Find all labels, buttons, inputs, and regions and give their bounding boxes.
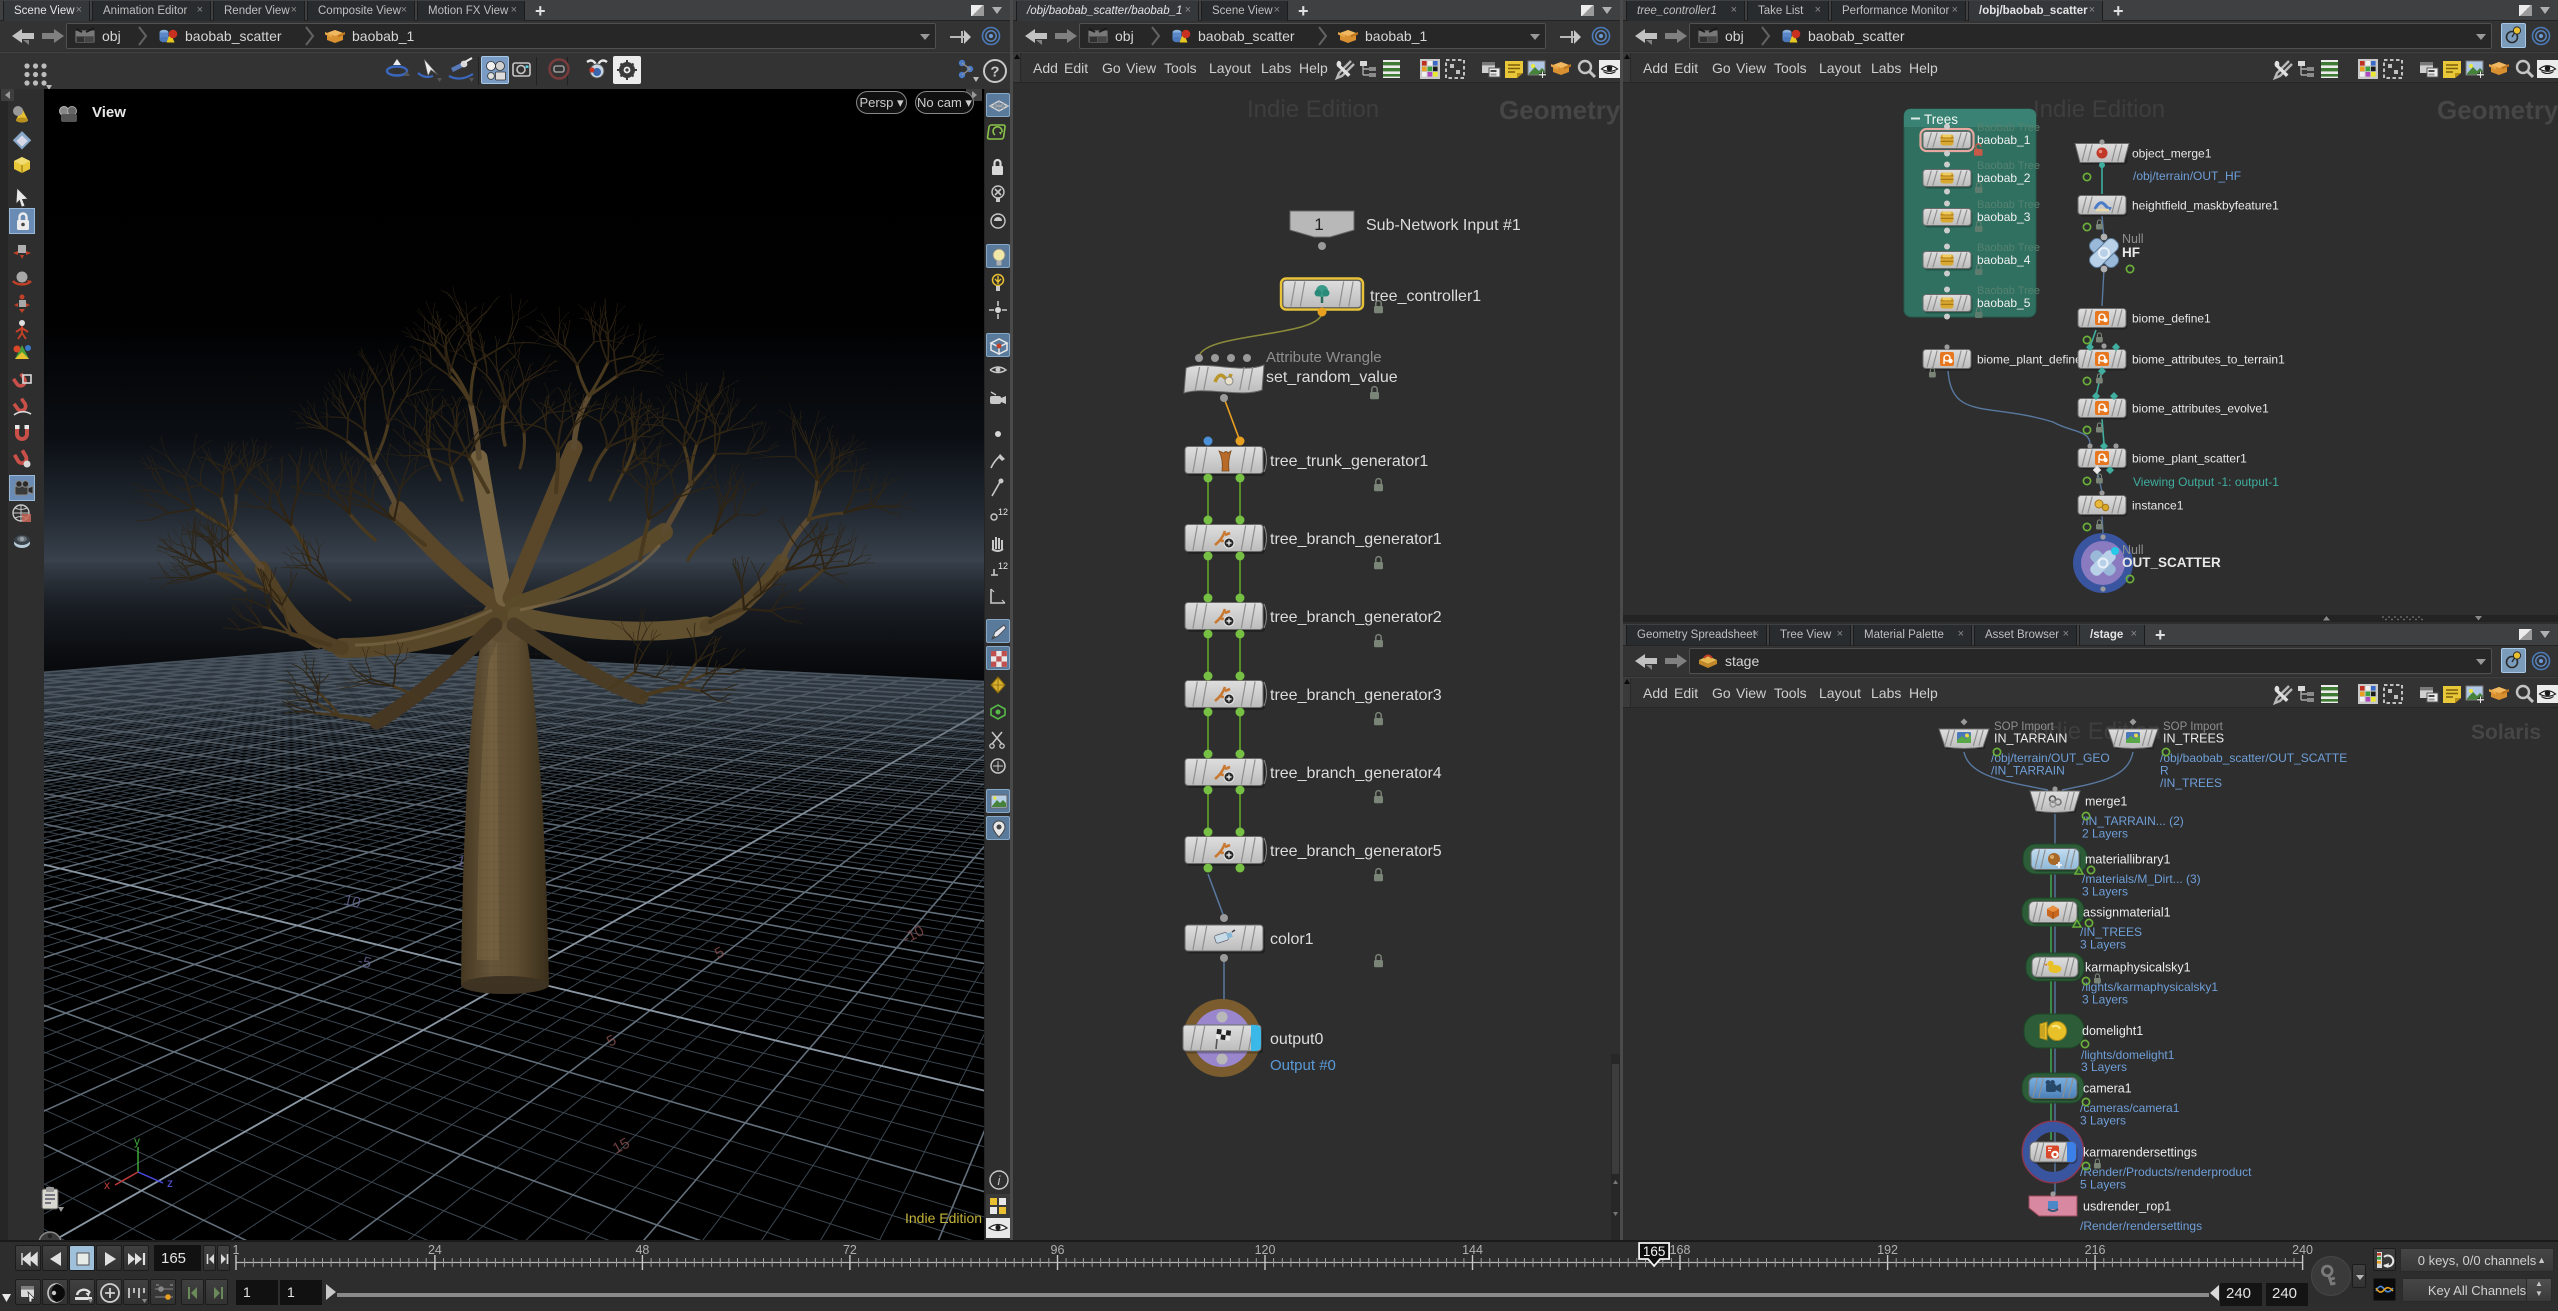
svg-text:biome_attributes_evolve1: biome_attributes_evolve1 <box>2132 402 2269 416</box>
svg-text:tree_branch_generator4: tree_branch_generator4 <box>1270 765 1442 782</box>
svg-text:domelight1: domelight1 <box>2082 1024 2143 1038</box>
svg-text:10: 10 <box>342 891 362 912</box>
svg-text:karmaphysicalsky1: karmaphysicalsky1 <box>2085 961 2191 975</box>
svg-text:y: y <box>134 1135 140 1148</box>
svg-text:/obj/baobab_scatter/OUT_SCATTE: /obj/baobab_scatter/OUT_SCATTE <box>2160 751 2347 765</box>
svg-text:usdrender_rop1: usdrender_rop1 <box>2083 1200 2171 1214</box>
svg-text:12: 12 <box>998 507 1008 517</box>
svg-text:165: 165 <box>1643 1244 1666 1259</box>
svg-text:IN_TREES: IN_TREES <box>2163 732 2224 746</box>
svg-text:merge1: merge1 <box>2085 795 2127 809</box>
svg-text:tree_trunk_generator1: tree_trunk_generator1 <box>1270 453 1428 470</box>
svg-text:216: 216 <box>2085 1243 2106 1257</box>
svg-text:biome_plant_define1: biome_plant_define1 <box>1977 353 2089 367</box>
svg-text:3 Layers: 3 Layers <box>2082 993 2128 1007</box>
svg-text:tree_controller1: tree_controller1 <box>1370 288 1481 305</box>
svg-text:2 Layers: 2 Layers <box>2082 827 2128 841</box>
svg-text:color1: color1 <box>1270 931 1314 948</box>
svg-text:48: 48 <box>635 1243 649 1257</box>
svg-text:144: 144 <box>1462 1243 1483 1257</box>
svg-text:output0: output0 <box>1270 1031 1323 1048</box>
svg-text:biome_plant_scatter1: biome_plant_scatter1 <box>2132 452 2247 466</box>
svg-text:baobab_2: baobab_2 <box>1977 171 2031 185</box>
svg-text:120: 120 <box>1255 1243 1276 1257</box>
svg-text:3 Layers: 3 Layers <box>2081 1060 2127 1074</box>
svg-text:96: 96 <box>1051 1243 1065 1257</box>
svg-text:5 Layers: 5 Layers <box>2080 1178 2126 1192</box>
svg-text:/Render/rendersettings: /Render/rendersettings <box>2080 1219 2202 1233</box>
svg-text:/IN_TARRAIN: /IN_TARRAIN <box>1991 764 2065 778</box>
svg-text:tree_branch_generator3: tree_branch_generator3 <box>1270 687 1442 704</box>
svg-text:/obj/terrain/OUT_HF: /obj/terrain/OUT_HF <box>2133 169 2241 183</box>
svg-text:biome_define1: biome_define1 <box>2132 312 2211 326</box>
svg-text:tree_branch_generator2: tree_branch_generator2 <box>1270 609 1442 626</box>
svg-text:camera1: camera1 <box>2083 1082 2132 1096</box>
svg-text:Sub-Network Input #1: Sub-Network Input #1 <box>1366 217 1521 234</box>
svg-text:5: 5 <box>604 1032 619 1051</box>
svg-text:1: 1 <box>233 1243 240 1257</box>
svg-text:12: 12 <box>998 561 1008 571</box>
svg-text:240: 240 <box>2292 1243 2313 1257</box>
svg-text:instance1: instance1 <box>2132 499 2184 513</box>
svg-text:tree_branch_generator5: tree_branch_generator5 <box>1270 843 1442 860</box>
svg-text:/IN_TREES: /IN_TREES <box>2160 776 2222 790</box>
svg-text:assignmaterial1: assignmaterial1 <box>2083 906 2171 920</box>
svg-text:1: 1 <box>1314 215 1323 234</box>
svg-text:192: 192 <box>1877 1243 1898 1257</box>
svg-text:karmarendersettings: karmarendersettings <box>2083 1146 2197 1160</box>
svg-text:biome_attributes_to_terrain1: biome_attributes_to_terrain1 <box>2132 353 2285 367</box>
svg-text:baobab_3: baobab_3 <box>1977 210 2031 224</box>
svg-text:materiallibrary1: materiallibrary1 <box>2085 853 2170 867</box>
svg-text:IN_TARRAIN: IN_TARRAIN <box>1994 732 2067 746</box>
svg-text:baobab_1: baobab_1 <box>1977 133 2031 147</box>
svg-text:3 Layers: 3 Layers <box>2082 885 2128 899</box>
svg-text:HF: HF <box>2122 245 2140 260</box>
svg-text:object_merge1: object_merge1 <box>2132 147 2212 161</box>
svg-text:Null: Null <box>2122 232 2144 246</box>
svg-text:x: x <box>104 1178 110 1192</box>
svg-text:tree_branch_generator1: tree_branch_generator1 <box>1270 531 1442 548</box>
svg-text:24: 24 <box>428 1243 442 1257</box>
svg-text:set_random_value: set_random_value <box>1266 369 1398 386</box>
svg-text:OUT_SCATTER: OUT_SCATTER <box>2122 555 2221 570</box>
svg-text:baobab_4: baobab_4 <box>1977 253 2031 267</box>
svg-text:i: i <box>998 1173 1002 1188</box>
svg-text:Trees: Trees <box>1924 112 1958 127</box>
svg-text:baobab_5: baobab_5 <box>1977 296 2031 310</box>
svg-text:3 Layers: 3 Layers <box>2080 938 2126 952</box>
svg-text:168: 168 <box>1670 1243 1691 1257</box>
svg-text:?: ? <box>990 64 999 81</box>
svg-text:heightfield_maskbyfeature1: heightfield_maskbyfeature1 <box>2132 199 2279 213</box>
svg-text:15: 15 <box>610 1135 633 1158</box>
svg-text:Viewing Output -1: output-1: Viewing Output -1: output-1 <box>2133 475 2279 489</box>
svg-text:Attribute Wrangle: Attribute Wrangle <box>1266 349 1382 366</box>
svg-text:Output #0: Output #0 <box>1270 1057 1336 1074</box>
svg-text:72: 72 <box>843 1243 857 1257</box>
svg-text:3 Layers: 3 Layers <box>2080 1114 2126 1128</box>
svg-text:z: z <box>167 1176 173 1190</box>
